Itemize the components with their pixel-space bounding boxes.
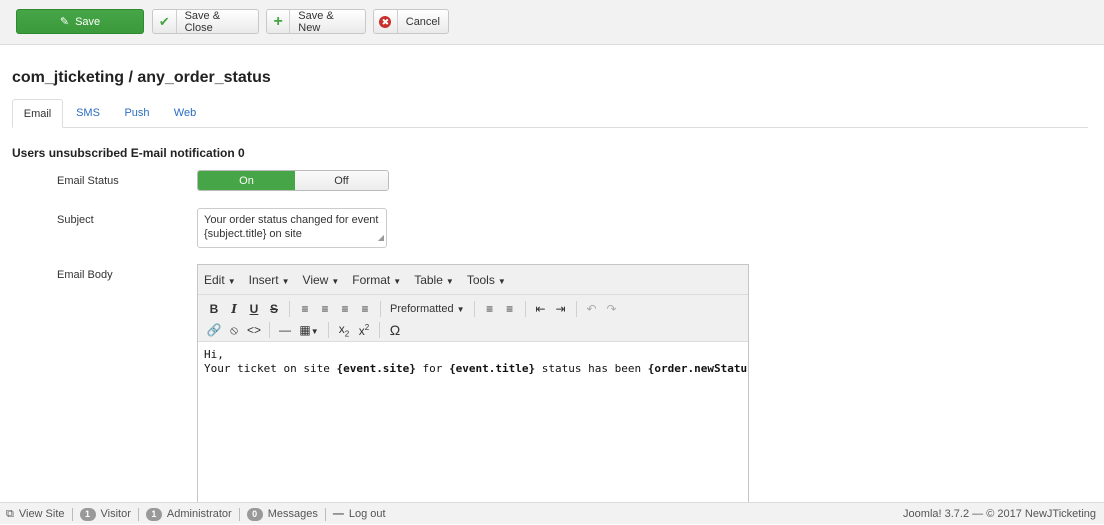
subscript-icon[interactable]: x2 xyxy=(334,322,354,338)
menu-format[interactable]: Format ▼ xyxy=(352,273,401,287)
save-label: Save xyxy=(75,15,101,28)
cancel-button[interactable]: ✖ Cancel xyxy=(373,9,449,34)
email-status-toggle: On Off xyxy=(197,170,389,191)
resize-handle-icon[interactable]: ◢ xyxy=(378,231,384,245)
italic-icon[interactable]: I xyxy=(224,302,244,316)
content-line-1: Hi, xyxy=(204,348,224,361)
tab-sms[interactable]: SMS xyxy=(70,99,106,128)
caret-down-icon: ▼ xyxy=(497,276,506,286)
status-bar: ⧉ View Site 1 Visitor 1 Administrator 0 … xyxy=(0,502,1104,524)
code-icon[interactable]: <> xyxy=(244,323,264,337)
format-select[interactable]: Preformatted ▼ xyxy=(390,303,465,315)
editor-content[interactable]: Hi, Your ticket on site {event.site} for … xyxy=(198,342,748,507)
toolbar: ✎ Save ✔ Save & Close + Save & New ✖ Can… xyxy=(0,0,1104,45)
admin-count-badge: 1 xyxy=(145,507,162,521)
table-icon[interactable]: ▦▼ xyxy=(295,323,323,337)
menu-insert[interactable]: Insert ▼ xyxy=(249,273,290,287)
align-justify-icon[interactable]: ≡ xyxy=(355,302,375,316)
email-status-label: Email Status xyxy=(57,175,119,187)
view-site-link[interactable]: ⧉ View Site xyxy=(6,508,65,521)
align-right-icon[interactable]: ≡ xyxy=(335,302,355,316)
numbered-list-icon[interactable]: ≡ xyxy=(500,302,520,316)
unlink-icon[interactable]: ⦸ xyxy=(224,323,244,338)
special-char-icon[interactable]: Ω xyxy=(385,322,405,338)
superscript-icon[interactable]: x2 xyxy=(354,323,374,338)
page-title: com_jticketing / any_order_status xyxy=(12,69,271,86)
save-new-label: Save & New xyxy=(298,9,334,34)
cancel-label: Cancel xyxy=(405,15,440,28)
menu-view[interactable]: View ▼ xyxy=(303,273,340,287)
messages-link[interactable]: 0 Messages xyxy=(246,507,318,521)
toggle-on-option[interactable]: On xyxy=(198,171,295,190)
bullet-list-icon[interactable]: ≡ xyxy=(480,302,500,316)
menu-edit[interactable]: Edit ▼ xyxy=(204,273,236,287)
edit-icon: ✎ xyxy=(59,16,70,28)
administrator-link[interactable]: 1 Administrator xyxy=(145,507,232,521)
subject-label: Subject xyxy=(57,214,94,226)
visitor-link[interactable]: 1 Visitor xyxy=(79,507,131,521)
outdent-icon[interactable]: ⇤ xyxy=(531,302,551,316)
checkmark-icon: ✔ xyxy=(153,10,177,33)
align-center-icon[interactable]: ≡ xyxy=(315,302,335,316)
subject-field[interactable]: Your order status changed for event {sub… xyxy=(197,208,387,248)
caret-down-icon: ▼ xyxy=(393,276,402,286)
editor-menubar: Edit ▼ Insert ▼ View ▼ Format ▼ Table ▼ Tools… xyxy=(198,265,748,295)
menu-table[interactable]: Table ▼ xyxy=(414,273,454,287)
caret-down-icon: ▼ xyxy=(456,305,465,314)
visitor-count-badge: 1 xyxy=(79,507,96,521)
caret-down-icon: ▼ xyxy=(281,276,290,286)
indent-icon[interactable]: ⇥ xyxy=(551,302,571,316)
tab-email[interactable]: Email xyxy=(12,99,63,128)
horizontal-rule-icon[interactable]: — xyxy=(275,323,295,337)
save-new-button[interactable]: + Save & New xyxy=(266,9,366,34)
email-body-label: Email Body xyxy=(57,269,113,281)
subject-value: Your order status changed for event {sub… xyxy=(204,214,379,240)
underline-icon[interactable]: U xyxy=(244,302,264,316)
rich-text-editor: Edit ▼ Insert ▼ View ▼ Format ▼ Table ▼ Tools… xyxy=(197,264,749,509)
plus-icon: + xyxy=(267,10,291,33)
align-left-icon[interactable]: ≡ xyxy=(295,302,315,316)
toggle-off-option[interactable]: Off xyxy=(295,171,388,190)
messages-count-badge: 0 xyxy=(246,507,263,521)
section-title: Users unsubscribed E-mail notification 0 xyxy=(12,146,245,160)
undo-icon[interactable]: ↶ xyxy=(582,302,602,316)
content-line-2: Your ticket on site {event.site} for {ev… xyxy=(204,362,748,375)
editor-toolbar: B I U S ≡ ≡ ≡ ≡ Preformatted ▼ ≡ ≡ ⇤ ⇥ ↶… xyxy=(198,295,748,342)
menu-tools[interactable]: Tools ▼ xyxy=(467,273,506,287)
link-icon[interactable]: 🔗 xyxy=(204,323,224,337)
save-close-button[interactable]: ✔ Save & Close xyxy=(152,9,259,34)
tab-bar: Email SMS Push Web xyxy=(12,99,1088,128)
bold-icon[interactable]: B xyxy=(204,302,224,316)
tab-web[interactable]: Web xyxy=(167,99,203,128)
minus-icon: — xyxy=(332,508,344,520)
redo-icon[interactable]: ↷ xyxy=(602,302,622,316)
logout-link[interactable]: — Log out xyxy=(333,508,386,520)
save-button[interactable]: ✎ Save xyxy=(16,9,144,34)
tab-push[interactable]: Push xyxy=(117,99,157,128)
cancel-circle-icon: ✖ xyxy=(374,10,398,33)
caret-down-icon: ▼ xyxy=(227,276,236,286)
strikethrough-icon[interactable]: S xyxy=(264,302,284,316)
save-close-label: Save & Close xyxy=(184,9,221,34)
caret-down-icon: ▼ xyxy=(331,276,340,286)
caret-down-icon: ▼ xyxy=(445,276,454,286)
external-link-icon: ⧉ xyxy=(6,507,14,520)
version-text: Joomla! 3.7.2 — © 2017 NewJTicketing xyxy=(903,508,1096,520)
